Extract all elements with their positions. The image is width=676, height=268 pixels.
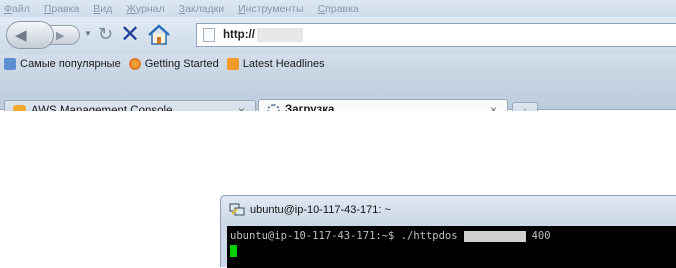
url-redaction [256, 28, 303, 42]
menu-history[interactable]: Журнал [126, 3, 164, 15]
back-button[interactable]: ◀ [6, 21, 54, 49]
tab-strip: AWS Management Console × Загрузка... × + [0, 74, 676, 121]
menu-file[interactable]: Файл [4, 3, 30, 15]
stop-icon[interactable]: ✕ [120, 20, 140, 49]
reload-icon[interactable]: ↻ [98, 24, 113, 45]
terminal-window[interactable]: ubuntu@ip-10-117-43-171: ~ ubuntu@ip-10-… [220, 195, 676, 268]
navigation-toolbar: ▶ ◀ ▼ ↻ ✕ http:// [0, 17, 676, 54]
terminal-title-bar[interactable]: ubuntu@ip-10-117-43-171: ~ [221, 196, 676, 224]
bookmark-label: Getting Started [144, 58, 219, 70]
forward-arrow-icon: ▶ [56, 29, 65, 42]
bookmark-getting-started[interactable]: Getting Started [128, 58, 219, 70]
terminal-prompt: ubuntu@ip-10-117-43-171:~$ ./httpdos [230, 230, 458, 242]
terminal-command-line: ubuntu@ip-10-117-43-171:~$ ./httpdos 400 [230, 230, 676, 242]
address-bar[interactable]: http:// [196, 23, 676, 47]
bookmark-latest-headlines[interactable]: Latest Headlines [226, 58, 325, 70]
terminal-screen[interactable]: ubuntu@ip-10-117-43-171:~$ ./httpdos 400 [227, 226, 676, 268]
menu-bar: Файл Правка Вид Журнал Закладки Инструме… [0, 0, 676, 17]
browser-window: Файл Правка Вид Журнал Закладки Инструме… [0, 0, 676, 268]
menu-bookmarks[interactable]: Закладки [179, 3, 224, 15]
home-icon[interactable] [146, 22, 172, 48]
menu-edit[interactable]: Правка [44, 3, 79, 15]
url-text: http:// [223, 29, 255, 41]
menu-help[interactable]: Справка [318, 3, 359, 15]
star-icon [4, 58, 16, 70]
back-arrow-icon: ◀ [15, 27, 27, 44]
putty-icon [229, 203, 245, 217]
bookmark-most-visited[interactable]: Самые популярные [4, 58, 121, 70]
bookmark-label: Latest Headlines [242, 58, 325, 70]
terminal-title: ubuntu@ip-10-117-43-171: ~ [250, 204, 391, 216]
rss-icon [226, 58, 239, 70]
menu-tools[interactable]: Инструменты [238, 3, 303, 15]
terminal-arg-redaction [463, 230, 526, 242]
menu-view[interactable]: Вид [93, 3, 112, 15]
terminal-cursor [230, 245, 237, 257]
history-dropdown-icon[interactable]: ▼ [84, 29, 92, 38]
bookmarks-toolbar: Самые популярные Getting Started Latest … [0, 54, 676, 74]
bookmark-label: Самые популярные [20, 58, 121, 70]
page-icon [203, 28, 215, 42]
terminal-trailing-arg: 400 [531, 230, 551, 242]
firefox-icon [128, 58, 141, 70]
